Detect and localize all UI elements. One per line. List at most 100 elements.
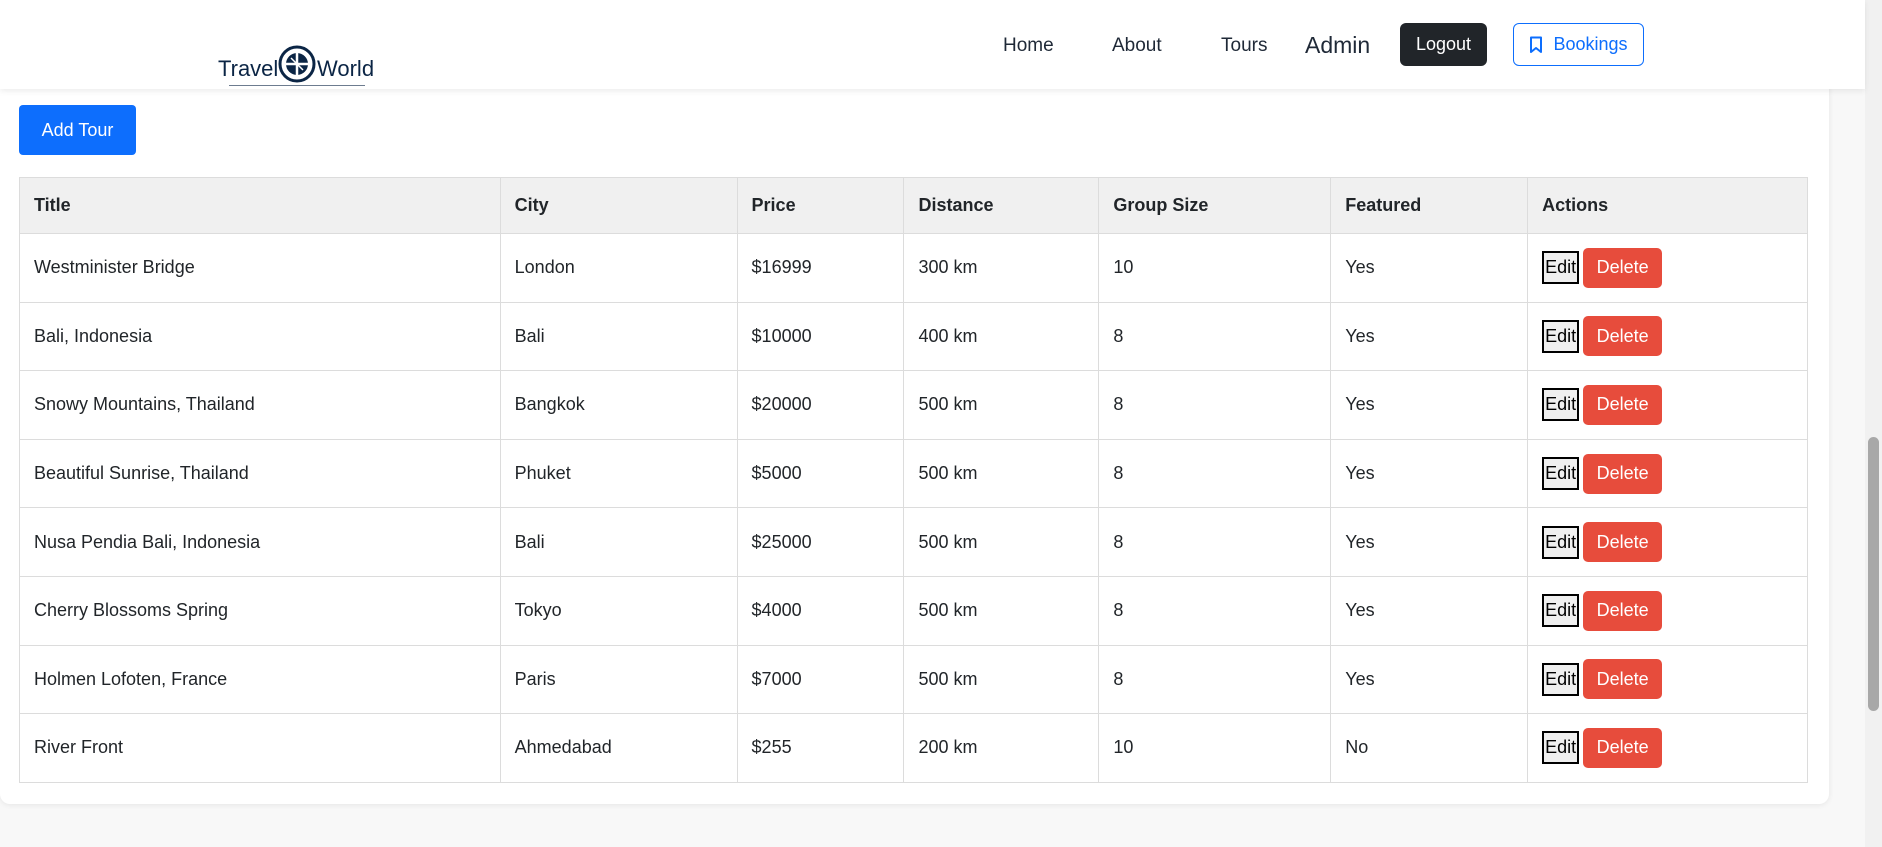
cell-city: Bali	[499, 301, 738, 372]
table-row: Snowy Mountains, Thailand Bangkok $20000…	[19, 370, 1808, 440]
edit-button[interactable]: Edit	[1542, 525, 1580, 559]
cell-featured: Yes	[1330, 438, 1529, 509]
cell-actions: Edit Delete	[1527, 713, 1808, 783]
admin-label: Admin	[1305, 32, 1371, 58]
cell-featured: Yes	[1330, 575, 1529, 646]
edit-button[interactable]: Edit	[1542, 251, 1580, 285]
cell-distance: 500 km	[903, 575, 1100, 646]
cell-city: Paris	[499, 644, 738, 715]
cell-title: Holmen Lofoten, France	[19, 644, 501, 715]
column-header-title: Title	[19, 177, 501, 234]
scrollbar-thumb[interactable]	[1868, 437, 1879, 711]
nav-tours-link[interactable]: Tours	[1221, 35, 1267, 57]
cell-price: $7000	[736, 644, 905, 715]
cell-price: $5000	[736, 438, 905, 509]
add-tour-button[interactable]: Add Tour	[19, 105, 136, 155]
column-header-group-size: Group Size	[1098, 177, 1332, 234]
delete-button[interactable]: Delete	[1583, 384, 1663, 425]
cell-title: Beautiful Sunrise, Thailand	[19, 438, 501, 509]
cell-city: London	[499, 233, 738, 303]
cell-distance: 400 km	[903, 301, 1100, 372]
cell-price: $20000	[736, 370, 905, 440]
table-row: Nusa Pendia Bali, Indonesia Bali $25000 …	[19, 507, 1808, 577]
cell-featured: Yes	[1330, 507, 1529, 577]
nav-about-link[interactable]: About	[1112, 35, 1162, 57]
cell-group-size: 10	[1098, 713, 1332, 783]
cell-price: $255	[736, 713, 905, 783]
cell-city: Ahmedabad	[499, 713, 738, 783]
logo-underline	[229, 85, 365, 86]
cell-price: $16999	[736, 233, 905, 303]
cell-actions: Edit Delete	[1527, 301, 1808, 372]
edit-button[interactable]: Edit	[1542, 731, 1580, 765]
delete-button[interactable]: Delete	[1583, 659, 1663, 700]
page-scrollbar[interactable]	[1865, 0, 1882, 847]
delete-button[interactable]: Delete	[1583, 522, 1663, 563]
cell-featured: Yes	[1330, 233, 1529, 303]
cell-title: River Front	[19, 713, 501, 783]
delete-button[interactable]: Delete	[1583, 247, 1663, 288]
column-header-city: City	[499, 177, 738, 234]
column-header-distance: Distance	[903, 177, 1100, 234]
table-row: Westminister Bridge London $16999 300 km…	[19, 233, 1808, 303]
cell-city: Phuket	[499, 438, 738, 509]
table-row: Cherry Blossoms Spring Tokyo $4000 500 k…	[19, 575, 1808, 646]
cell-group-size: 8	[1098, 301, 1332, 372]
cell-group-size: 10	[1098, 233, 1332, 303]
table-row: Bali, Indonesia Bali $10000 400 km 8 Yes…	[19, 301, 1808, 372]
table-row: Holmen Lofoten, France Paris $7000 500 k…	[19, 644, 1808, 715]
delete-button[interactable]: Delete	[1583, 316, 1663, 357]
delete-button[interactable]: Delete	[1583, 727, 1663, 768]
bookings-label: Bookings	[1553, 34, 1628, 54]
cell-group-size: 8	[1098, 438, 1332, 509]
cell-actions: Edit Delete	[1527, 370, 1808, 440]
cell-distance: 500 km	[903, 438, 1100, 509]
cell-actions: Edit Delete	[1527, 575, 1808, 646]
globe-icon	[278, 45, 316, 83]
cell-group-size: 8	[1098, 370, 1332, 440]
cell-actions: Edit Delete	[1527, 507, 1808, 577]
delete-button[interactable]: Delete	[1583, 590, 1663, 631]
travelworld-logo[interactable]: Travel World	[217, 42, 377, 88]
cell-title: Cherry Blossoms Spring	[19, 575, 501, 646]
cell-distance: 500 km	[903, 644, 1100, 715]
logo-text-world: World	[317, 56, 375, 81]
cell-city: Bangkok	[499, 370, 738, 440]
edit-button[interactable]: Edit	[1542, 662, 1580, 696]
cell-title: Westminister Bridge	[19, 233, 501, 303]
cell-actions: Edit Delete	[1527, 438, 1808, 509]
cell-price: $25000	[736, 507, 905, 577]
column-header-actions: Actions	[1527, 177, 1808, 234]
cell-title: Bali, Indonesia	[19, 301, 501, 372]
cell-group-size: 8	[1098, 575, 1332, 646]
table-row: Beautiful Sunrise, Thailand Phuket $5000…	[19, 438, 1808, 509]
cell-title: Snowy Mountains, Thailand	[19, 370, 501, 440]
edit-button[interactable]: Edit	[1542, 319, 1580, 353]
nav-home-link[interactable]: Home	[1003, 35, 1054, 57]
site-header: Travel World Home About Tours Admin Logo…	[0, 0, 1865, 89]
cell-price: $4000	[736, 575, 905, 646]
cell-featured: Yes	[1330, 370, 1529, 440]
cell-group-size: 8	[1098, 644, 1332, 715]
cell-title: Nusa Pendia Bali, Indonesia	[19, 507, 501, 577]
edit-button[interactable]: Edit	[1542, 594, 1580, 628]
cell-actions: Edit Delete	[1527, 233, 1808, 303]
cell-group-size: 8	[1098, 507, 1332, 577]
edit-button[interactable]: Edit	[1542, 457, 1580, 491]
delete-button[interactable]: Delete	[1583, 453, 1663, 494]
bookings-button[interactable]: Bookings	[1513, 23, 1644, 66]
cell-price: $10000	[736, 301, 905, 372]
logo-text-travel: Travel	[218, 56, 279, 81]
cell-distance: 200 km	[903, 713, 1100, 783]
cell-featured: Yes	[1330, 644, 1529, 715]
table-header-row: Title City Price Distance Group Size Fea…	[19, 177, 1808, 234]
logout-button[interactable]: Logout	[1400, 23, 1487, 66]
cell-distance: 300 km	[903, 233, 1100, 303]
cell-city: Bali	[499, 507, 738, 577]
column-header-price: Price	[736, 177, 905, 234]
cell-featured: Yes	[1330, 301, 1529, 372]
bookmark-icon	[1530, 36, 1543, 53]
edit-button[interactable]: Edit	[1542, 388, 1580, 422]
column-header-featured: Featured	[1330, 177, 1529, 234]
cell-distance: 500 km	[903, 507, 1100, 577]
